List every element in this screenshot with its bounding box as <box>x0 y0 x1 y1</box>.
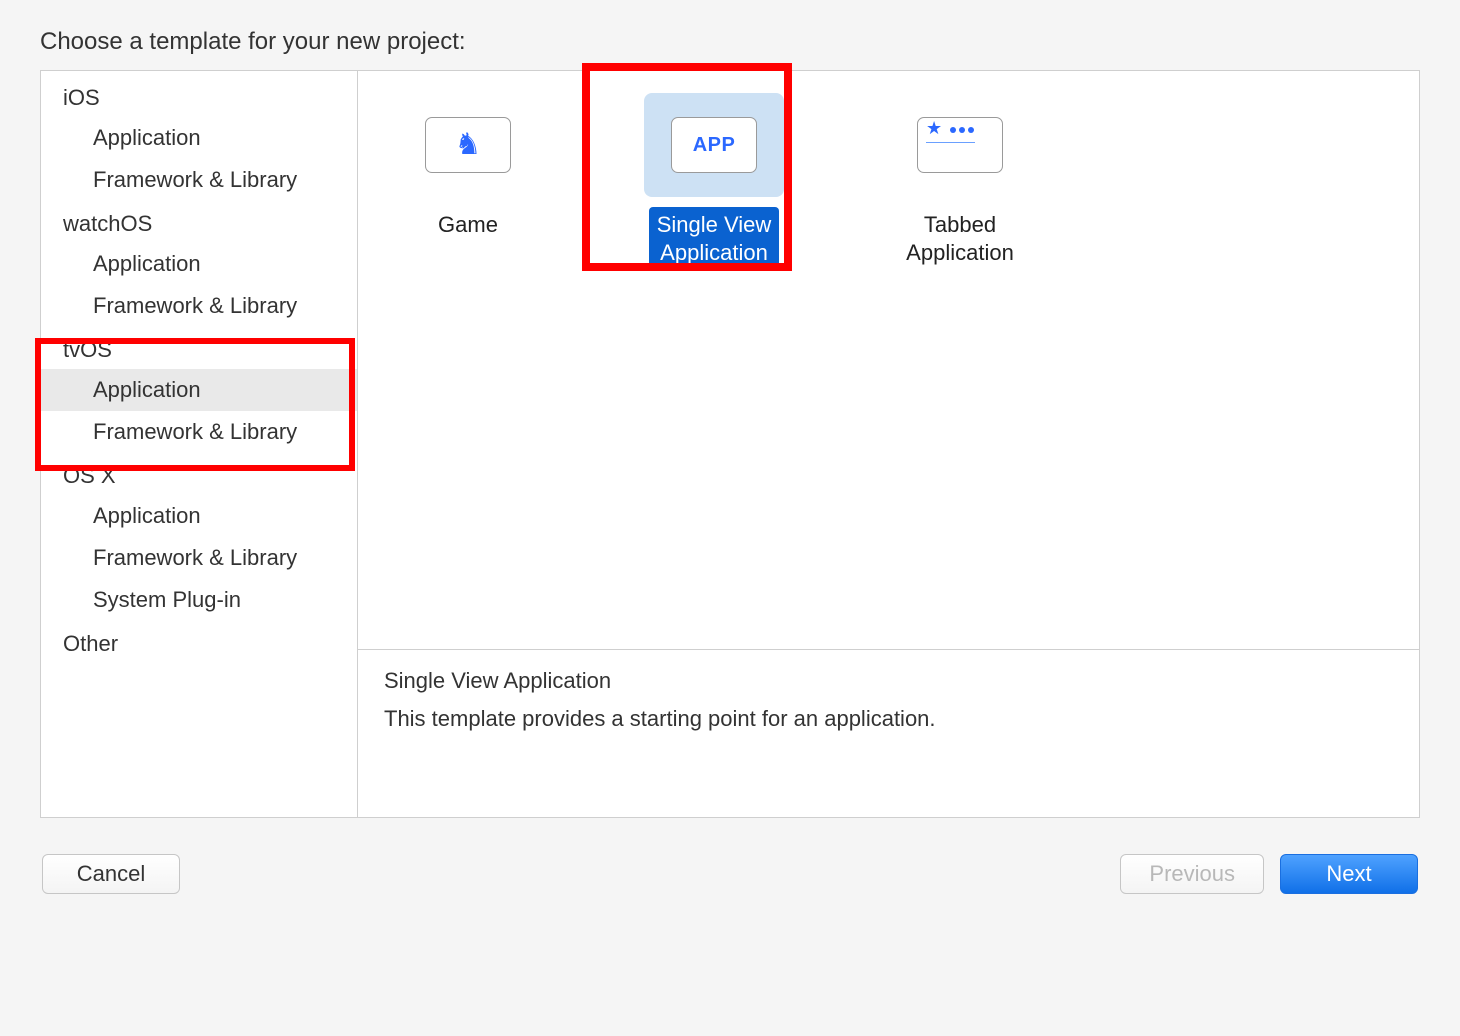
dots-icon <box>948 120 975 138</box>
app-text-icon: APP <box>693 134 736 157</box>
main-area: ♞ Game APP Single View Application <box>358 71 1419 817</box>
platform-ios[interactable]: iOS <box>41 75 357 117</box>
cancel-button[interactable]: Cancel <box>42 854 180 894</box>
template-game[interactable]: ♞ Game <box>388 93 548 243</box>
template-label-game: Game <box>430 207 506 243</box>
description-panel: Single View Application This template pr… <box>358 649 1419 817</box>
sidebar-item-tvos-framework[interactable]: Framework & Library <box>41 411 357 453</box>
sidebar-item-tvos-application[interactable]: Application <box>41 369 357 411</box>
tv-frame-icon: ♞ <box>425 117 511 173</box>
sidebar-item-ios-application[interactable]: Application <box>41 117 357 159</box>
tv-frame-icon: ★ <box>917 117 1003 173</box>
template-label-tabbed: Tabbed Application <box>898 207 1022 270</box>
platform-other[interactable]: Other <box>41 621 357 663</box>
main-panel: iOS Application Framework & Library watc… <box>40 70 1420 818</box>
sidebar-item-osx-plugin[interactable]: System Plug-in <box>41 579 357 621</box>
template-tabbed[interactable]: ★ Tabbed Application <box>880 93 1040 270</box>
next-button[interactable]: Next <box>1280 854 1418 894</box>
platform-osx[interactable]: OS X <box>41 453 357 495</box>
template-icon-single-view: APP <box>644 93 784 197</box>
template-grid: ♞ Game APP Single View Application <box>358 71 1419 649</box>
sidebar-item-ios-framework[interactable]: Framework & Library <box>41 159 357 201</box>
sidebar: iOS Application Framework & Library watc… <box>41 71 358 817</box>
sidebar-item-watchos-framework[interactable]: Framework & Library <box>41 285 357 327</box>
template-icon-tabbed: ★ <box>890 93 1030 197</box>
tv-frame-icon: APP <box>671 117 757 173</box>
description-title: Single View Application <box>384 668 1393 694</box>
sidebar-item-watchos-application[interactable]: Application <box>41 243 357 285</box>
page-title: Choose a template for your new project: <box>40 28 1420 56</box>
platform-tvos[interactable]: tvOS <box>41 327 357 369</box>
tabbed-icon: ★ <box>926 118 975 143</box>
previous-button[interactable]: Previous <box>1120 854 1264 894</box>
game-icon: ♞ <box>455 130 482 160</box>
template-single-view[interactable]: APP Single View Application <box>634 93 794 270</box>
star-icon: ★ <box>926 118 942 139</box>
template-label-single-view: Single View Application <box>649 207 780 270</box>
footer: Cancel Previous Next <box>40 854 1420 894</box>
sidebar-item-osx-application[interactable]: Application <box>41 495 357 537</box>
description-text: This template provides a starting point … <box>384 706 1393 732</box>
platform-watchos[interactable]: watchOS <box>41 201 357 243</box>
sidebar-item-osx-framework[interactable]: Framework & Library <box>41 537 357 579</box>
template-icon-game: ♞ <box>398 93 538 197</box>
